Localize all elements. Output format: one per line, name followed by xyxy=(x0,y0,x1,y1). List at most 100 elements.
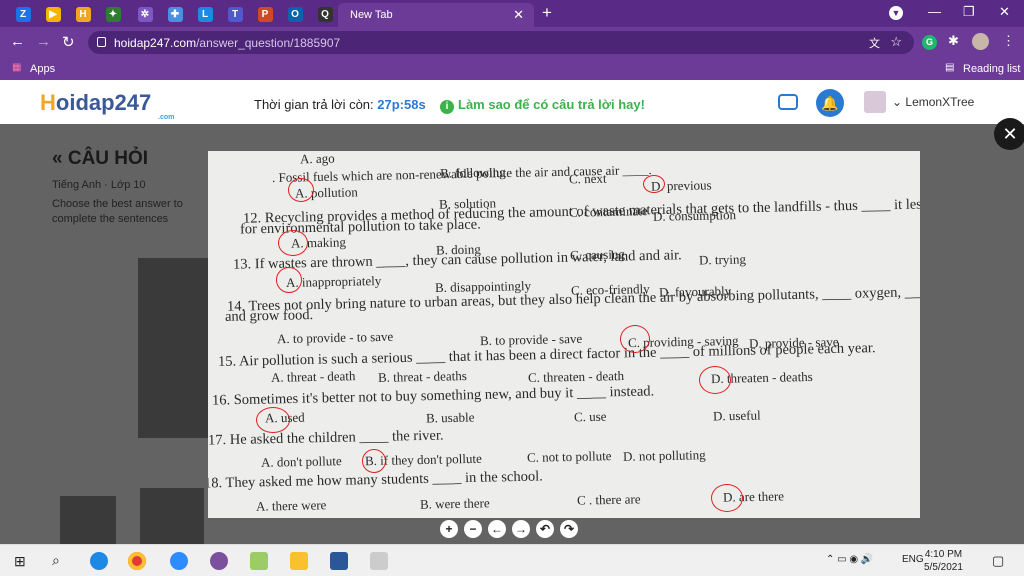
l-tab[interactable]: L xyxy=(192,3,218,25)
grid-tab[interactable]: ✚ xyxy=(162,3,188,25)
info-icon: i xyxy=(440,100,454,114)
paint-icon[interactable] xyxy=(250,552,268,570)
hoidap-tab[interactable]: H xyxy=(70,3,96,25)
previous-button[interactable]: ← xyxy=(488,520,506,538)
browser-tab-strip: New Tab ✕ + ▼ — ❐ ✕ Z ▶ H ✦ ✲ ✚ L T P O Q xyxy=(0,0,1024,27)
edge-icon[interactable] xyxy=(90,552,108,570)
teams-tab[interactable]: T xyxy=(222,3,248,25)
close-viewer-button[interactable]: ✕ xyxy=(994,118,1024,150)
bell-icon[interactable]: 🔔 xyxy=(816,89,844,117)
green-tab-icon: ✦ xyxy=(105,6,121,22)
question-description: Choose the best answer to complete the s… xyxy=(52,198,183,225)
answer-circle-mark xyxy=(278,230,308,256)
answer-circle-mark xyxy=(256,407,290,433)
zalo-tab[interactable]: Z xyxy=(10,3,36,25)
extensions-icon[interactable]: ✱ xyxy=(948,33,959,49)
search-icon[interactable]: ⌕ xyxy=(52,552,60,569)
outlook-tab-icon: O xyxy=(287,6,303,22)
close-window-button[interactable]: ✕ xyxy=(999,4,1010,20)
windows-taskbar: ⊞ ⌕ ⌃ ▭ ◉ 🔊 ENG 4:10 PM 5/5/2021 ▢ xyxy=(0,544,1024,576)
paper-line: D. useful xyxy=(712,407,761,424)
paper-line: A. to provide - to save xyxy=(276,328,394,347)
q-tab[interactable]: Q xyxy=(312,3,338,25)
url-input[interactable]: hoidap247.com/answer_question/1885907 文 … xyxy=(88,31,914,54)
teams-tab-icon: T xyxy=(227,6,243,22)
reload-button[interactable]: ↻ xyxy=(62,33,75,51)
profile-menu-icon[interactable]: ▼ xyxy=(889,6,903,20)
gear-tab-icon: ✲ xyxy=(137,6,153,22)
app-icon[interactable] xyxy=(370,552,388,570)
site-logo[interactable]: Hoidap247 .com xyxy=(40,90,174,121)
paper-line: D. not polluting xyxy=(622,447,706,464)
paper-line: B. threat - deaths xyxy=(377,368,467,385)
zoom-in-button[interactable]: + xyxy=(440,520,458,538)
windows-start-icon[interactable]: ⊞ xyxy=(14,553,26,570)
grammarly-icon[interactable]: G xyxy=(922,35,937,50)
paper-line: A. there were xyxy=(255,497,327,514)
green-tab[interactable]: ✦ xyxy=(100,3,126,25)
background-thumbnail xyxy=(60,496,116,544)
user-avatar[interactable] xyxy=(864,91,886,113)
chat-icon[interactable] xyxy=(778,94,798,110)
file-explorer-icon[interactable] xyxy=(290,552,308,570)
ppt-tab[interactable]: P xyxy=(252,3,278,25)
chrome-icon[interactable] xyxy=(128,552,146,570)
paper-line: B. were there xyxy=(419,495,490,512)
paper-line: and grow food. xyxy=(224,307,314,325)
next-button[interactable]: → xyxy=(512,520,530,538)
word-icon[interactable] xyxy=(330,552,348,570)
answer-circle-mark xyxy=(620,325,650,353)
paper-line: C. not to pollute xyxy=(526,448,612,465)
gear-tab[interactable]: ✲ xyxy=(132,3,158,25)
screencast-tab[interactable]: ▶ xyxy=(40,3,66,25)
translate-icon[interactable]: 文 xyxy=(869,35,880,51)
menu-icon[interactable]: ⋮ xyxy=(1002,33,1015,49)
zoom-out-button[interactable]: − xyxy=(464,520,482,538)
screencast-tab-icon: ▶ xyxy=(45,6,61,22)
answer-tips-link[interactable]: i Làm sao để có câu trả lời hay! xyxy=(440,97,645,114)
viber-icon[interactable] xyxy=(210,552,228,570)
zoom-icon[interactable] xyxy=(170,552,188,570)
rotate-left-button[interactable]: ↶ xyxy=(536,520,554,538)
star-icon[interactable]: ☆ xyxy=(890,34,902,50)
tray-icons[interactable]: ⌃ ▭ ◉ 🔊 xyxy=(826,554,873,565)
subject-label: Tiếng Anh · Lớp 10 xyxy=(52,179,146,191)
minimize-button[interactable]: — xyxy=(928,4,941,19)
background-thumbnail xyxy=(138,258,208,438)
reading-list-icon: ▤ xyxy=(945,62,955,73)
l-tab-icon: L xyxy=(197,6,213,22)
reading-list[interactable]: Reading list xyxy=(963,63,1020,75)
avatar[interactable] xyxy=(972,33,989,50)
taskbar-clock[interactable]: 4:10 PM 5/5/2021 xyxy=(924,548,963,574)
url-path: /answer_question/1885907 xyxy=(196,35,341,50)
outlook-tab[interactable]: O xyxy=(282,3,308,25)
paper-line: 16. Sometimes it's better not to buy som… xyxy=(211,383,655,409)
site-header: Hoidap247 .com Thời gian trả lời còn: 27p… xyxy=(0,80,1024,124)
rotate-right-button[interactable]: ↷ xyxy=(560,520,578,538)
address-bar-row: ← → ↻ hoidap247.com/answer_question/1885… xyxy=(0,27,1024,58)
answer-circle-mark xyxy=(362,449,386,473)
grid-tab-icon: ✚ xyxy=(167,6,183,22)
paper-line: C. use xyxy=(573,408,607,425)
bookmark-apps[interactable]: Apps xyxy=(30,63,55,75)
paper-line: C . there are xyxy=(576,491,641,508)
notification-icon[interactable]: ▢ xyxy=(992,553,1004,569)
tab-new-tab[interactable]: New Tab ✕ xyxy=(338,3,534,27)
answer-circle-mark xyxy=(288,178,314,202)
tab-title: New Tab xyxy=(350,9,393,21)
restore-button[interactable]: ❐ xyxy=(963,4,975,20)
username[interactable]: ⌄ LemonXTree xyxy=(892,95,974,109)
paper-line: for environmental pollution to take plac… xyxy=(239,216,481,238)
forward-button[interactable]: → xyxy=(36,33,51,50)
answer-circle-mark xyxy=(711,484,743,512)
back-button[interactable]: ← xyxy=(10,33,25,50)
paper-line: A. ago xyxy=(299,151,335,167)
new-tab-button[interactable]: + xyxy=(542,3,552,23)
paper-line: D. trying xyxy=(698,251,747,268)
language-indicator[interactable]: ENG xyxy=(902,554,924,565)
paper-line: 17. He asked the children ____ the river… xyxy=(208,427,444,449)
close-icon[interactable]: ✕ xyxy=(513,7,524,23)
bookmarks-bar: ▦ Apps ▤ Reading list xyxy=(0,58,1024,80)
answer-circle-mark xyxy=(276,267,302,293)
apps-icon: ▦ xyxy=(12,62,22,73)
